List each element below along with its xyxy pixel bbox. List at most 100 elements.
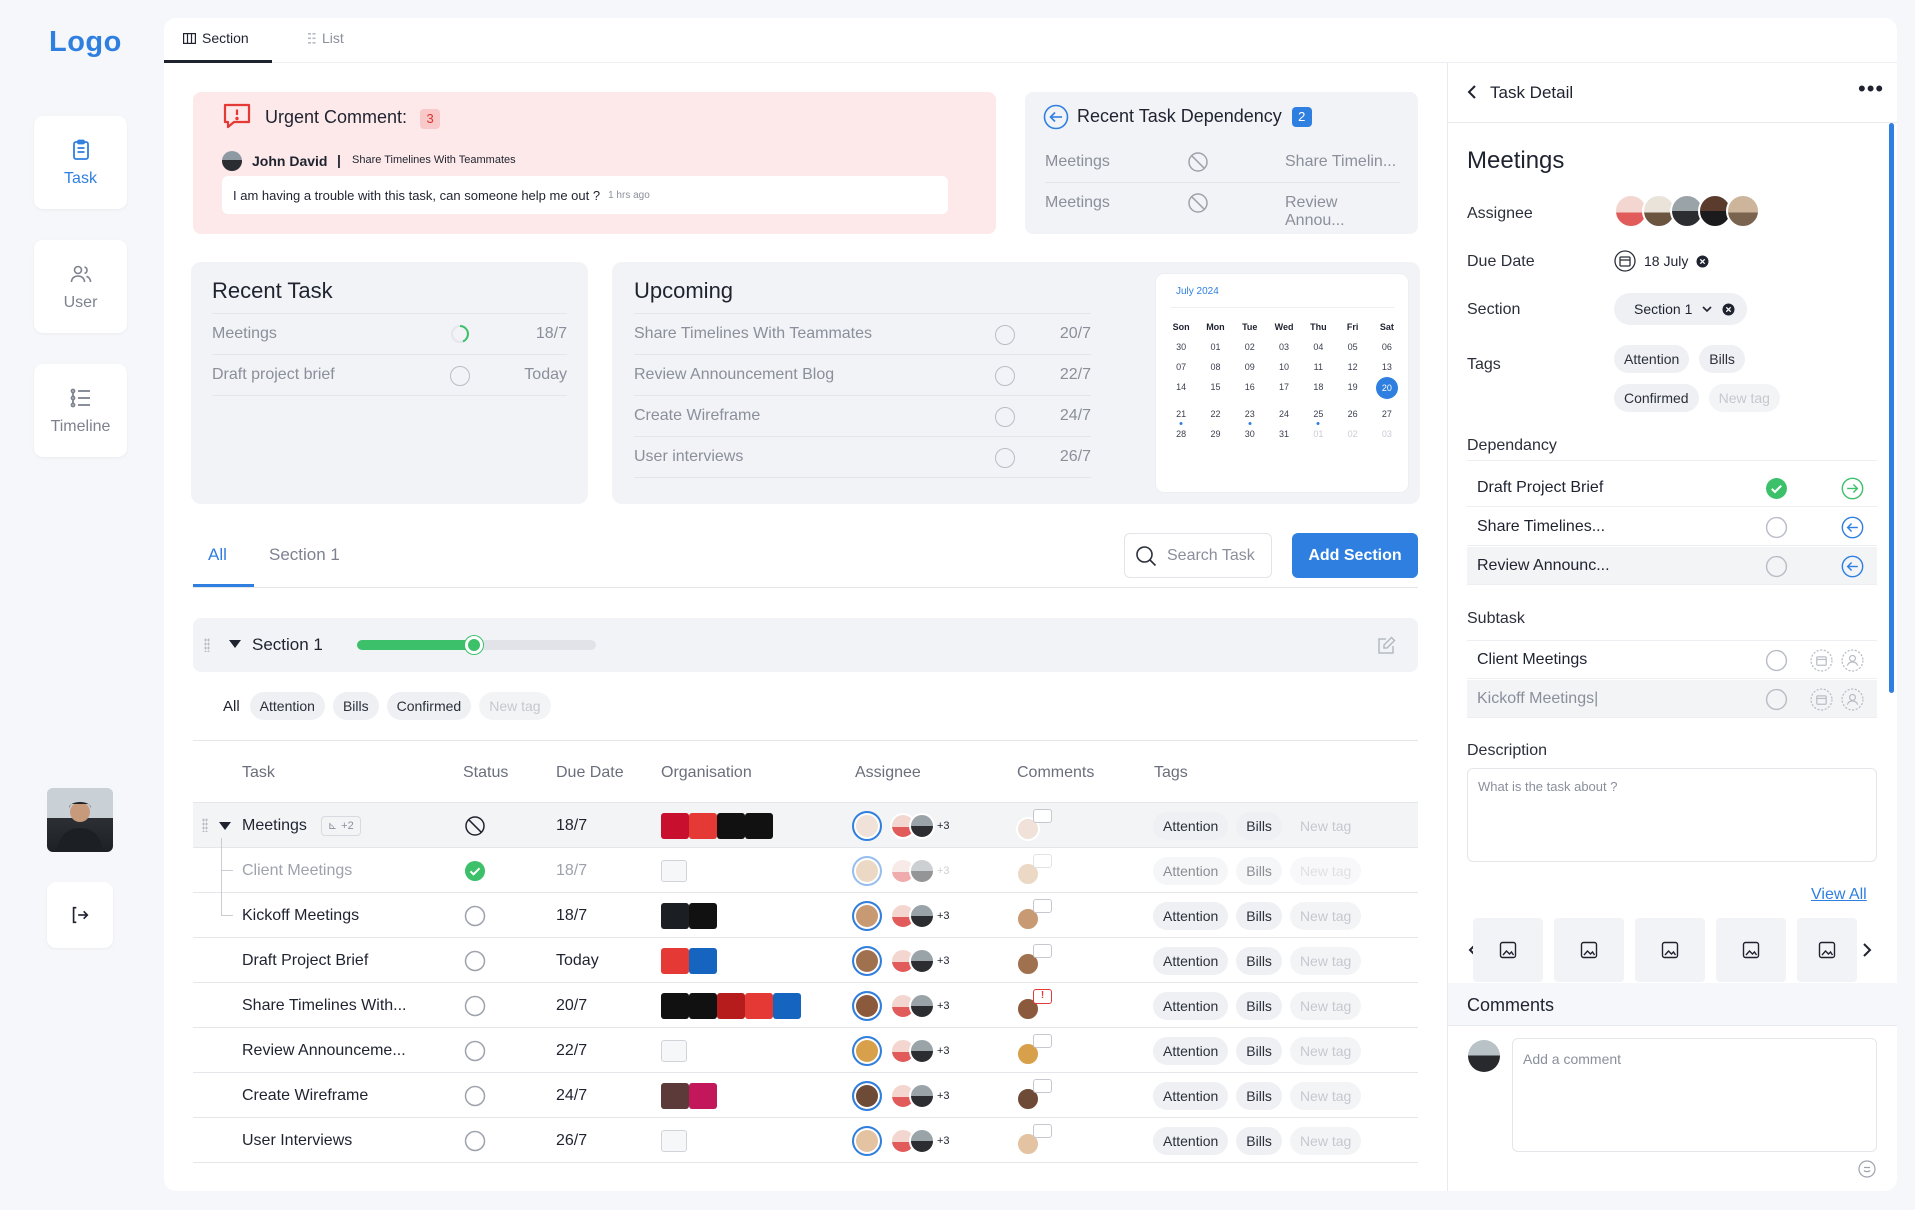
- chat-bubble-icon[interactable]: [1033, 1033, 1052, 1048]
- calendar-day[interactable]: 27: [1370, 409, 1404, 419]
- chat-bubble-icon[interactable]: [1033, 898, 1052, 913]
- status-circle-icon[interactable]: [464, 1085, 486, 1107]
- dependency-item[interactable]: Review Announc...: [1467, 547, 1877, 585]
- status-cell[interactable]: [464, 848, 486, 893]
- comments-cell[interactable]: [1016, 1118, 1056, 1163]
- status-circle[interactable]: [1765, 688, 1788, 716]
- comments-cell[interactable]: !: [1016, 983, 1056, 1028]
- calendar-day[interactable]: 22: [1198, 409, 1232, 419]
- assignee-cell[interactable]: +3: [852, 1118, 950, 1163]
- carousel-next-icon[interactable]: [1861, 942, 1873, 958]
- calendar-day[interactable]: 03: [1370, 429, 1404, 439]
- recent-task-row[interactable]: Draft project brief Today: [212, 355, 567, 396]
- attachment-thumbnail[interactable]: [1473, 918, 1543, 982]
- calendar-day[interactable]: 04: [1301, 342, 1335, 352]
- table-row[interactable]: Client Meetings 18/7 +3 Attention Bills New t…: [193, 838, 1418, 893]
- task-cell[interactable]: Create Wireframe: [242, 1073, 368, 1118]
- attachment-thumbnail[interactable]: [1554, 918, 1624, 982]
- dependency-row[interactable]: Meetings Share Timelin...: [1045, 142, 1400, 182]
- status-circle-icon[interactable]: [464, 950, 486, 972]
- status-circle[interactable]: [1765, 516, 1788, 544]
- assignee-cell[interactable]: +3: [852, 893, 950, 938]
- calendar-day[interactable]: 05: [1335, 342, 1369, 352]
- calendar-day[interactable]: 31: [1267, 429, 1301, 439]
- subtask-count-badge[interactable]: ⊾ +2: [320, 815, 361, 836]
- upcoming-row[interactable]: Share Timelines With Teammates 20/7: [634, 314, 1091, 355]
- status-cell[interactable]: [464, 938, 486, 983]
- chat-bubble-icon[interactable]: [1033, 1123, 1052, 1138]
- tag-bills[interactable]: Bills: [1699, 345, 1745, 373]
- subtask-assignee-icon[interactable]: [1841, 649, 1864, 677]
- tag-new[interactable]: New tag: [1289, 1081, 1362, 1110]
- check-done-icon[interactable]: [1765, 477, 1788, 505]
- tag-attention[interactable]: Attention: [1153, 1081, 1229, 1110]
- tag-new[interactable]: New tag: [1289, 946, 1362, 975]
- status-circle-icon[interactable]: [464, 995, 486, 1017]
- assignee-cell[interactable]: +3: [852, 938, 950, 983]
- task-cell[interactable]: Kickoff Meetings: [242, 893, 359, 938]
- task-cell[interactable]: Draft Project Brief: [242, 938, 368, 983]
- clear-date-icon[interactable]: [1696, 255, 1709, 268]
- calendar-day[interactable]: 20: [1370, 377, 1404, 399]
- tag-attention[interactable]: Attention: [1614, 345, 1690, 373]
- calendar-day[interactable]: 30: [1233, 429, 1267, 439]
- tag-filter-all[interactable]: All: [223, 698, 242, 715]
- tag-bills[interactable]: Bills: [1236, 811, 1282, 840]
- table-row[interactable]: Draft Project Brief Today +3 Attention Bills…: [193, 938, 1418, 983]
- dependency-row[interactable]: Meetings Review Annou...: [1045, 183, 1400, 229]
- tag-new[interactable]: New tag: [1289, 856, 1362, 885]
- search-input[interactable]: Search Task: [1124, 533, 1272, 578]
- tag-bills[interactable]: Bills: [1236, 901, 1282, 930]
- clear-section-icon[interactable]: [1722, 303, 1735, 316]
- tag-bills[interactable]: Bills: [1236, 991, 1282, 1020]
- tag-bills[interactable]: Bills: [1236, 856, 1282, 885]
- comment-task-name[interactable]: Share Timelines With Teammates: [352, 154, 516, 166]
- tag-new[interactable]: New tag: [1289, 901, 1362, 930]
- organisation-logos[interactable]: [661, 893, 717, 938]
- emoji-icon[interactable]: [1858, 1160, 1876, 1178]
- arrow-right-circle-icon[interactable]: [1841, 477, 1864, 505]
- tag-bills[interactable]: Bills: [1236, 1036, 1282, 1065]
- calendar-day[interactable]: 21: [1164, 409, 1198, 419]
- tag-filter-new[interactable]: New tag: [479, 692, 551, 720]
- subtask-date-icon[interactable]: [1810, 688, 1833, 716]
- subtask-item[interactable]: Kickoff Meetings|: [1467, 680, 1877, 718]
- assignee-cell[interactable]: +3: [852, 1073, 950, 1118]
- comments-cell[interactable]: [1016, 848, 1056, 893]
- status-circle[interactable]: [1765, 649, 1788, 677]
- calendar-day[interactable]: 13: [1370, 362, 1404, 372]
- due-date-picker[interactable]: 18 July: [1614, 250, 1709, 272]
- dependency-item[interactable]: Draft Project Brief: [1467, 469, 1877, 507]
- drag-handle-icon[interactable]: [204, 638, 210, 652]
- calendar-day[interactable]: 07: [1164, 362, 1198, 372]
- subtask-date-icon[interactable]: [1810, 649, 1833, 677]
- attachment-thumbnail[interactable]: [1716, 918, 1786, 982]
- tag-attention[interactable]: Attention: [1153, 991, 1229, 1020]
- tab-list[interactable]: List: [308, 30, 344, 46]
- subtask-item[interactable]: Client Meetings: [1467, 641, 1877, 679]
- calendar-day[interactable]: 08: [1198, 362, 1232, 372]
- comments-cell[interactable]: [1016, 893, 1056, 938]
- calendar-day[interactable]: 09: [1233, 362, 1267, 372]
- tag-attention[interactable]: Attention: [1153, 1126, 1229, 1155]
- table-row[interactable]: Meetings ⊾ +2 18/7 +3 Attention Bills New tag: [193, 803, 1418, 848]
- status-cell[interactable]: [464, 1118, 486, 1163]
- recent-task-row[interactable]: Meetings 18/7: [212, 314, 567, 355]
- progress-knob[interactable]: [465, 636, 484, 654]
- tag-attention[interactable]: Attention: [1153, 946, 1229, 975]
- status-cell[interactable]: [464, 1028, 486, 1073]
- dependency-item[interactable]: Share Timelines...: [1467, 508, 1877, 546]
- calendar-day[interactable]: 11: [1301, 362, 1335, 372]
- status-circle[interactable]: [1765, 555, 1788, 583]
- table-row[interactable]: Kickoff Meetings 18/7 +3 Attention Bills New …: [193, 870, 1418, 938]
- organisation-logos[interactable]: [661, 938, 717, 983]
- comments-cell[interactable]: [1016, 938, 1056, 983]
- task-cell[interactable]: Share Timelines With...: [242, 983, 407, 1028]
- nav-task[interactable]: Task: [34, 116, 127, 209]
- organisation-logos[interactable]: [661, 1028, 687, 1073]
- user-avatar[interactable]: [47, 788, 113, 852]
- calendar-day[interactable]: 30: [1164, 342, 1198, 352]
- assignee-cell[interactable]: +3: [852, 1028, 950, 1073]
- detail-scrollbar[interactable]: [1889, 123, 1894, 693]
- organisation-logos[interactable]: [661, 803, 773, 848]
